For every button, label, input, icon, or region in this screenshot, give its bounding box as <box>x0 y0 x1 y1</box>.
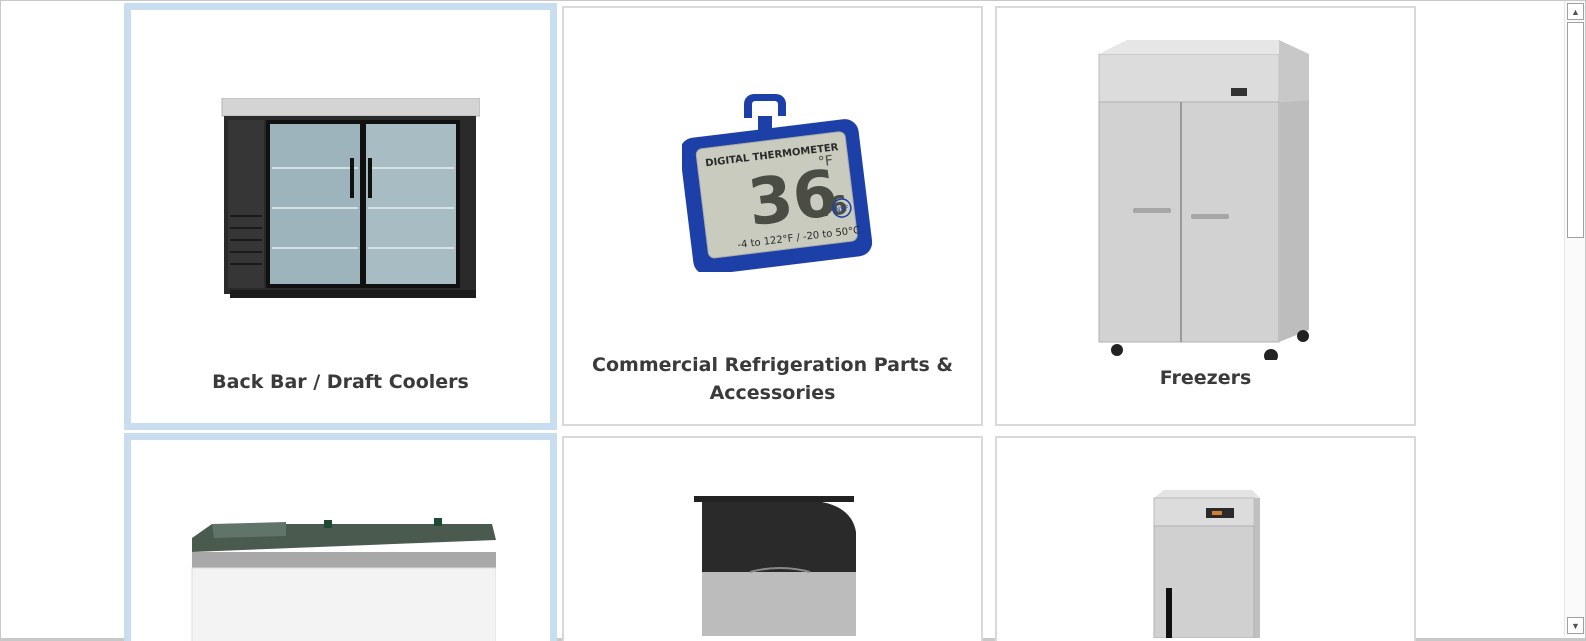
chest-freezer-image <box>191 518 496 641</box>
category-card-ice-bin[interactable] <box>562 436 983 641</box>
ice-bin-image <box>694 496 856 636</box>
category-label: Back Bar / Draft Coolers <box>212 371 469 393</box>
svg-text:°F: °F <box>817 153 834 171</box>
back-bar-cooler-image <box>221 98 480 298</box>
vertical-scrollbar[interactable]: ▲ ▼ <box>1564 1 1585 636</box>
scroll-up-arrow-icon[interactable]: ▲ <box>1567 3 1584 20</box>
category-card-refrigeration-parts[interactable]: DIGITAL THERMOMETER 36 .6 °F -4 to 122°F… <box>562 6 983 426</box>
category-card-back-bar[interactable]: Back Bar / Draft Coolers <box>124 3 557 430</box>
digital-thermometer-image: DIGITAL THERMOMETER 36 .6 °F -4 to 122°F… <box>682 94 872 272</box>
scrollbar-thumb[interactable] <box>1567 22 1584 238</box>
svg-text:NSF: NSF <box>835 204 850 214</box>
category-label: Freezers <box>1159 367 1252 389</box>
category-card-refrigerator[interactable] <box>995 436 1416 641</box>
category-card-chest-freezer[interactable] <box>124 433 557 641</box>
reach-in-refrigerator-image <box>1153 490 1260 638</box>
category-label: Commercial Refrigeration Parts & Accesso… <box>592 354 953 404</box>
scroll-down-arrow-icon[interactable]: ▼ <box>1567 617 1584 634</box>
category-card-freezers[interactable]: Freezers <box>995 6 1416 426</box>
reach-in-freezer-image <box>1098 40 1309 360</box>
